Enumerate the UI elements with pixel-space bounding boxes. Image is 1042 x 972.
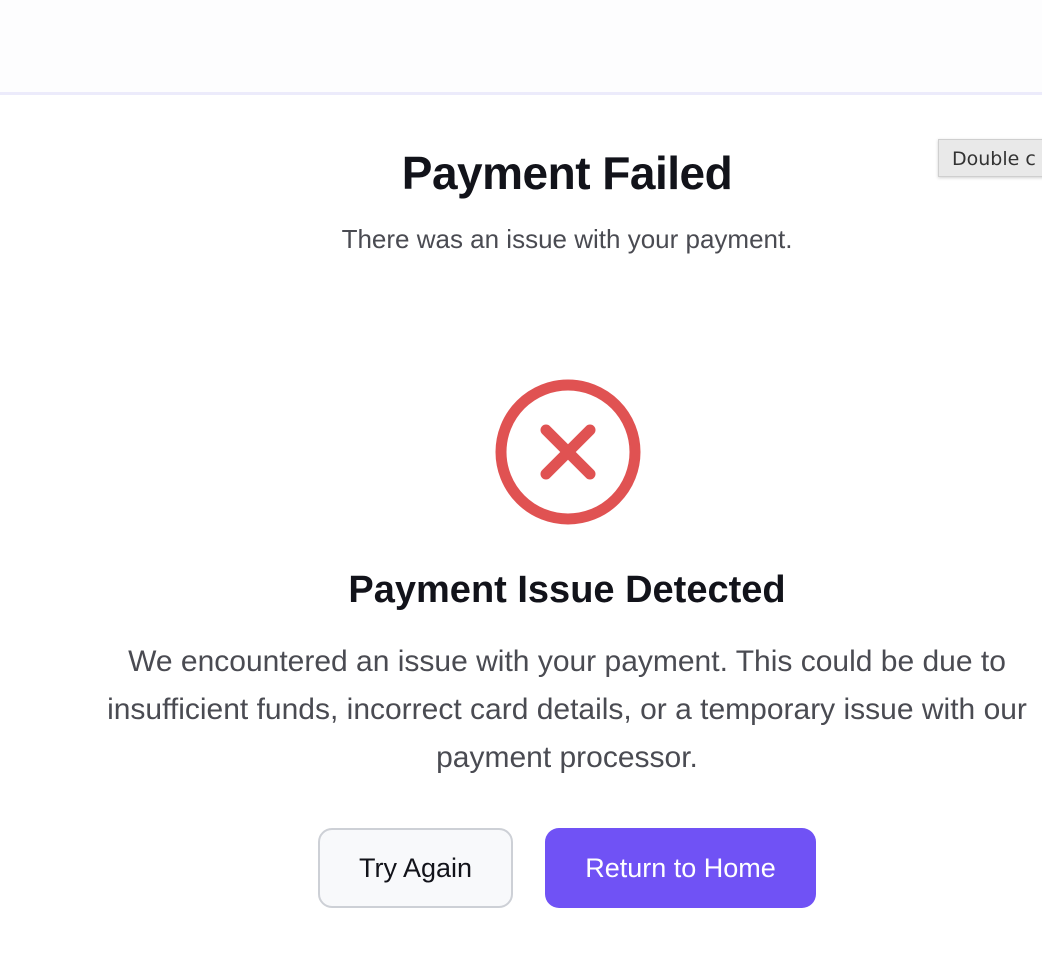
status-heading: Payment Issue Detected	[348, 569, 786, 611]
try-again-button[interactable]: Try Again	[318, 828, 513, 908]
page-title: Payment Failed	[401, 147, 733, 199]
page-subtitle: There was an issue with your payment.	[341, 224, 793, 254]
status-message: We encountered an issue with your paymen…	[107, 645, 1027, 774]
error-x-circle-icon	[494, 378, 642, 526]
top-navigation-bar	[0, 0, 1042, 95]
return-to-home-button[interactable]: Return to Home	[545, 828, 816, 908]
